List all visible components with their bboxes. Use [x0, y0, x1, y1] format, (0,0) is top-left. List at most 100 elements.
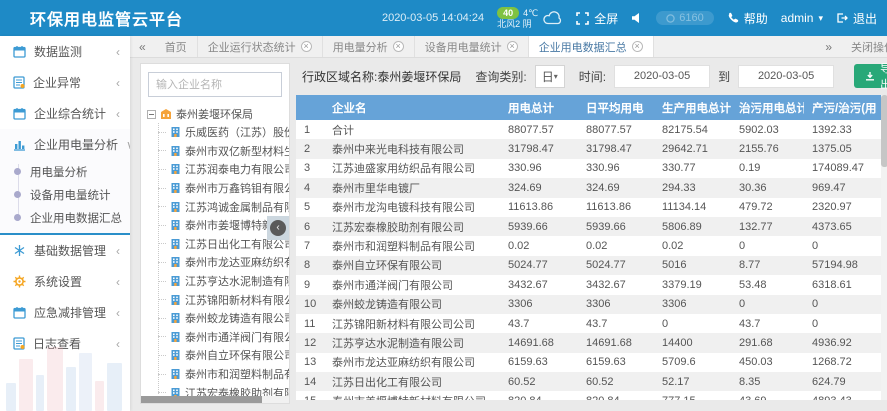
value-cell: 1268.72 [804, 353, 887, 372]
sidebar-item-power-analysis[interactable]: 企业用电量分析∨ [0, 129, 130, 160]
row-index: 6 [296, 217, 324, 236]
tree-company-node[interactable]: 江苏鸿诚金属制品有限公司 [154, 197, 289, 216]
row-index: 14 [296, 372, 324, 391]
close-icon[interactable]: × [632, 41, 643, 52]
date-to-input[interactable] [738, 65, 834, 88]
table-row[interactable]: 4泰州市里华电镀厂324.69324.69294.3330.36969.47 [296, 178, 887, 197]
aqi-badge: 40 [497, 7, 519, 19]
tree-company-node[interactable]: 泰州蛟龙铸造有限公司 [154, 309, 289, 328]
tab-home[interactable]: 首页 [155, 36, 198, 57]
table-row[interactable]: 6江苏宏泰橡胶助剂有限公司5939.665939.665806.89132.77… [296, 217, 887, 236]
sidebar-item-label: 系统设置 [34, 273, 108, 290]
table-row[interactable]: 8泰州自立环保有限公司5024.775024.7750168.7757194.9… [296, 256, 887, 275]
table-row[interactable]: 7泰州市和润塑料制品有限公司0.020.020.0200 [296, 236, 887, 255]
table-row[interactable]: 9泰州市通洋阀门有限公司3432.673432.673379.1953.4863… [296, 275, 887, 294]
value-cell: 777.15 [654, 391, 731, 400]
tree-collapse-icon[interactable] [147, 110, 156, 119]
tab-4[interactable]: 企业用电数据汇总× [529, 36, 654, 57]
tree-company-node[interactable]: 江苏锦阳新材料有限公司公司 [154, 290, 289, 309]
user-menu[interactable]: admin ▾ [781, 11, 823, 25]
close-icon[interactable]: × [507, 41, 518, 52]
fullscreen-button[interactable]: 全屏 [576, 10, 618, 27]
tree-company-node[interactable]: 泰州市通洋阀门有限公司 [154, 328, 289, 347]
value-cell: 11613.86 [578, 198, 654, 217]
tree-root-node[interactable]: 泰州姜堰环保局 [147, 105, 289, 123]
table-row[interactable]: 3江苏迪盛家用纺织品有限公司330.96330.96330.770.191740… [296, 159, 887, 178]
tree-company-node[interactable]: 江苏亨达水泥制造有限公司 [154, 272, 289, 291]
value-cell: 14400 [654, 333, 731, 352]
value-cell: 291.68 [731, 333, 804, 352]
chevron-left-icon: ‹ [116, 275, 120, 289]
company-name-cell: 泰州市通洋阀门有限公司 [324, 275, 500, 294]
main-panel: 行政区域名称:泰州姜堰环保局 查询类别: 日 ▾ 时间: 到 导出 [296, 62, 887, 411]
table-row[interactable]: 13泰州市龙达亚麻纺织有限公司6159.636159.635709.6450.0… [296, 353, 887, 372]
company-icon [170, 331, 181, 343]
speaker-icon[interactable] [631, 12, 643, 24]
table-row[interactable]: 15泰州市姜堰博特新材料有限公司820.84820.84777.1543.694… [296, 391, 887, 400]
close-icon[interactable]: × [301, 41, 312, 52]
tree-company-node[interactable]: 江苏润泰电力有限公司 [154, 160, 289, 179]
tab-3[interactable]: 设备用电量统计 × [415, 36, 529, 57]
table-row[interactable]: 14江苏日出化工有限公司60.5260.5252.178.35624.79 [296, 372, 887, 391]
search-input[interactable] [148, 72, 282, 97]
value-cell: 330.96 [578, 159, 654, 178]
value-cell: 4893.43 [804, 391, 887, 400]
table-row[interactable]: 2泰州中来光电科技有限公司31798.4731798.4729642.71215… [296, 139, 887, 158]
tree-company-node[interactable]: 乐威医药（江苏）股份有限公司 [154, 123, 289, 142]
company-icon [170, 312, 181, 324]
tabs-scroll-left-icon[interactable]: « [130, 36, 155, 57]
sidebar-item-emergency[interactable]: 应急减排管理‹ [0, 297, 130, 328]
sidebar-item-logs[interactable]: 日志查看‹ [0, 328, 130, 359]
value-cell: 60.52 [500, 372, 578, 391]
value-cell: 31798.47 [500, 139, 578, 158]
tabs-scroll-right-icon[interactable]: » [816, 40, 841, 54]
company-icon [170, 163, 181, 175]
tab-label: 用电量分析 [333, 39, 388, 55]
table-row[interactable]: 1合计88077.5788077.5782175.545902.031392.3… [296, 120, 887, 139]
sidebar-subitem[interactable]: 用电量分析 [0, 160, 130, 183]
table-vertical-scrollbar[interactable] [881, 95, 887, 400]
company-name-cell: 泰州蛟龙铸造有限公司 [324, 295, 500, 314]
tree-horizontal-scrollbar[interactable] [141, 396, 289, 403]
close-icon[interactable]: × [393, 41, 404, 52]
calendar-icon [13, 306, 26, 319]
logout-button[interactable]: 退出 [836, 10, 877, 27]
value-cell: 5806.89 [654, 217, 731, 236]
tree-company-node[interactable]: 泰州市和润塑料制品有限公司 [154, 365, 289, 384]
sidebar-item-data-monitor[interactable]: 数据监测‹ [0, 36, 130, 67]
wind: 北风2 [497, 19, 520, 29]
tab-1[interactable]: 企业运行状态统计× [198, 36, 323, 57]
table-row[interactable]: 11江苏锦阳新材料有限公司公司43.743.7043.70 [296, 314, 887, 333]
alarm-count-pill[interactable]: 6160 [656, 11, 713, 25]
tab-label: 设备用电量统计 [425, 39, 502, 55]
table-row[interactable]: 12江苏亨达水泥制造有限公司14691.6814691.6814400291.6… [296, 333, 887, 352]
sidebar-subitem[interactable]: 设备用电量统计 [0, 183, 130, 206]
tree-company-node[interactable]: 泰州市万鑫钨钼有限公司 [154, 179, 289, 198]
sidebar-item-enterprise-stats[interactable]: 企业综合统计‹ [0, 98, 130, 129]
table-row[interactable]: 5泰州市龙沟电镀科技有限公司11613.8611613.8611134.1447… [296, 198, 887, 217]
export-button[interactable]: 导出 [854, 64, 887, 88]
value-cell: 52.17 [654, 372, 731, 391]
tab-2[interactable]: 用电量分析 × [323, 36, 415, 57]
value-cell: 0 [731, 295, 804, 314]
value-cell: 330.96 [500, 159, 578, 178]
tree-company-node[interactable]: 泰州市龙达亚麻纺织有限公司 [154, 253, 289, 272]
value-cell: 4373.65 [804, 217, 887, 236]
value-cell: 4936.92 [804, 333, 887, 352]
tree-company-node[interactable]: 泰州自立环保有限公司 [154, 346, 289, 365]
company-icon [170, 238, 181, 250]
sidebar-item-enterprise-abnormal[interactable]: 企业异常‹ [0, 67, 130, 98]
help-button[interactable]: 帮助 [727, 10, 768, 27]
date-from-input[interactable] [614, 65, 710, 88]
value-cell: 5024.77 [578, 256, 654, 275]
value-cell: 8.77 [731, 256, 804, 275]
sidebar-item-base-data[interactable]: 基础数据管理‹ [0, 235, 130, 266]
sidebar-item-system-settings[interactable]: 系统设置 ‹ [0, 266, 130, 297]
query-type-select[interactable]: 日 ▾ [535, 65, 565, 88]
tree-company-node[interactable]: 泰州市双亿新型材料生产有限公司 [154, 142, 289, 161]
tree-collapse-button[interactable]: ‹ [267, 216, 289, 240]
close-operations-button[interactable]: 关闭操作 [851, 39, 887, 55]
value-cell: 6318.61 [804, 275, 887, 294]
table-row[interactable]: 10泰州蛟龙铸造有限公司33063306330600 [296, 295, 887, 314]
sidebar-subitem[interactable]: 企业用电数据汇总 [0, 206, 130, 229]
